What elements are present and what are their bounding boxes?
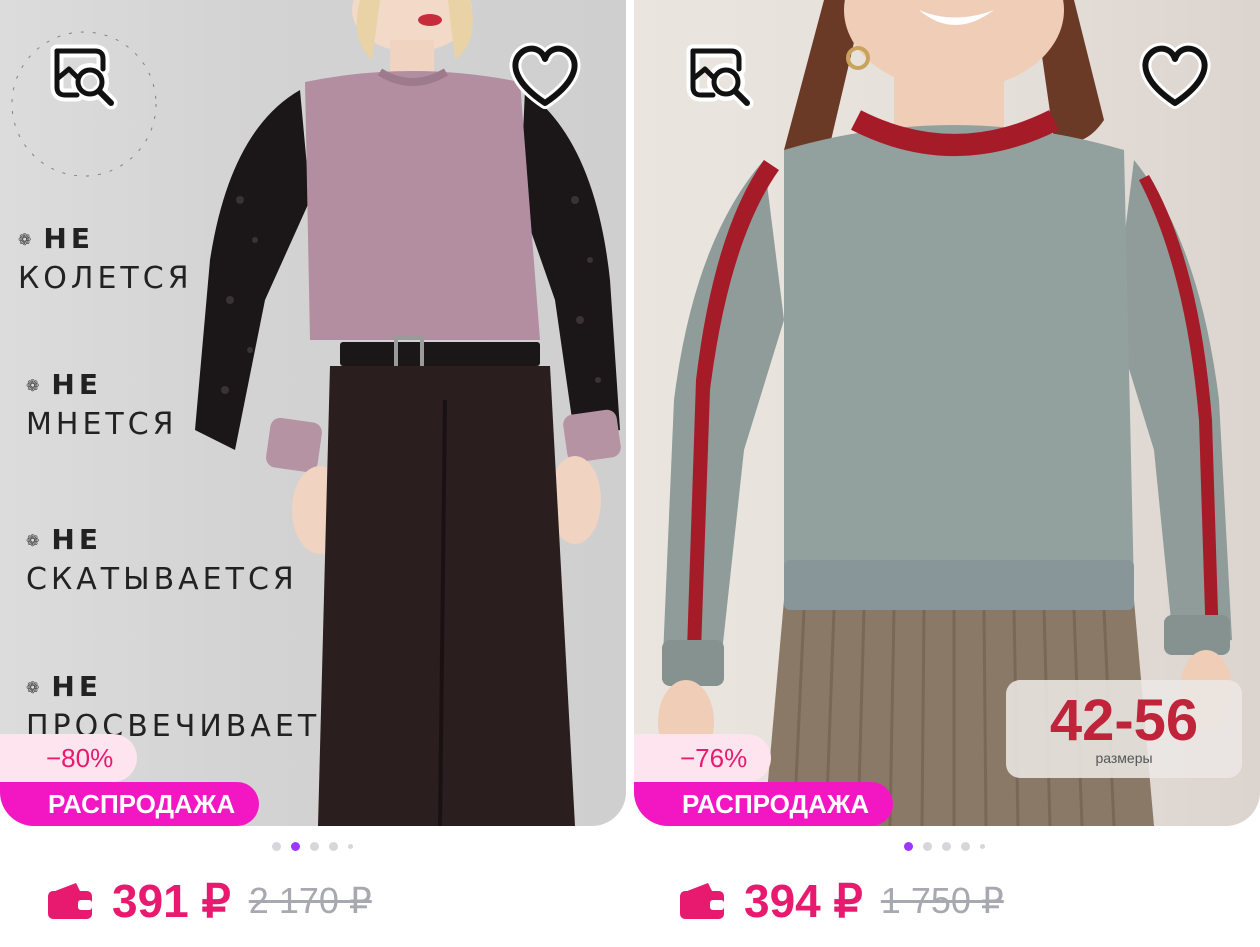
carousel-dot <box>310 841 319 851</box>
feature-word: КОЛЕТСЯ <box>18 261 193 296</box>
price-row: 394 ₽ 1 750 ₽ <box>678 872 1004 930</box>
feature-prefix: НЕ <box>26 368 178 401</box>
image-search-icon <box>686 44 754 110</box>
carousel-dots <box>904 840 985 852</box>
feature-prefix: НЕ <box>18 222 193 255</box>
carousel-dot-active <box>904 841 913 851</box>
carousel-dot <box>980 843 985 849</box>
carousel-dot <box>942 841 951 851</box>
discount-badge: −80% <box>0 734 138 782</box>
feature-prefix: НЕ <box>26 523 298 556</box>
image-search-button[interactable] <box>674 30 764 120</box>
current-price: 394 ₽ <box>744 875 863 927</box>
sale-badge: РАСПРОДАЖА <box>0 782 260 826</box>
wallet-icon <box>48 883 92 919</box>
wallet-icon <box>680 883 724 919</box>
feature-item: НЕ ПРОСВЕЧИВАЕТ <box>26 670 320 744</box>
carousel-dot-active <box>291 841 300 851</box>
size-range-badge: 42-56 размеры <box>1006 680 1242 778</box>
product-photo[interactable]: 42-56 размеры −76% РАСПРОДАЖА <box>634 0 1260 826</box>
heart-icon <box>509 42 581 109</box>
carousel-dot <box>272 841 281 851</box>
discount-badge: −76% <box>634 734 772 782</box>
old-price: 2 170 ₽ <box>248 880 372 921</box>
feature-word: МНЕТСЯ <box>26 407 178 442</box>
sale-badge: РАСПРОДАЖА <box>634 782 894 826</box>
product-grid: НЕ КОЛЕТСЯ НЕ МНЕТСЯ НЕ СКАТЫВАЕТСЯ НЕ П… <box>0 0 1260 947</box>
carousel-dot <box>961 841 970 851</box>
size-label: размеры <box>1095 750 1153 766</box>
favorite-button[interactable] <box>1130 30 1220 120</box>
image-search-icon <box>50 44 118 110</box>
image-search-button[interactable] <box>38 30 128 120</box>
heart-icon <box>1139 42 1211 109</box>
carousel-dot <box>329 841 338 851</box>
feature-prefix: НЕ <box>26 670 320 703</box>
carousel-dots <box>272 840 353 852</box>
carousel-dot <box>923 841 932 851</box>
feature-item: НЕ МНЕТСЯ <box>26 368 178 442</box>
price-row: 391 ₽ 2 170 ₽ <box>46 872 372 930</box>
carousel-dot <box>348 843 353 849</box>
feature-item: НЕ КОЛЕТСЯ <box>18 222 193 296</box>
old-price: 1 750 ₽ <box>880 880 1004 921</box>
feature-item: НЕ СКАТЫВАЕТСЯ <box>26 523 298 597</box>
current-price: 391 ₽ <box>112 875 231 927</box>
product-card[interactable]: НЕ КОЛЕТСЯ НЕ МНЕТСЯ НЕ СКАТЫВАЕТСЯ НЕ П… <box>0 0 626 947</box>
feature-word: СКАТЫВАЕТСЯ <box>26 562 298 597</box>
product-photo[interactable]: НЕ КОЛЕТСЯ НЕ МНЕТСЯ НЕ СКАТЫВАЕТСЯ НЕ П… <box>0 0 626 826</box>
size-range: 42-56 <box>1049 688 1199 753</box>
favorite-button[interactable] <box>500 30 590 120</box>
product-card[interactable]: 42-56 размеры −76% РАСПРОДАЖА 394 ₽ 1 75… <box>634 0 1260 947</box>
